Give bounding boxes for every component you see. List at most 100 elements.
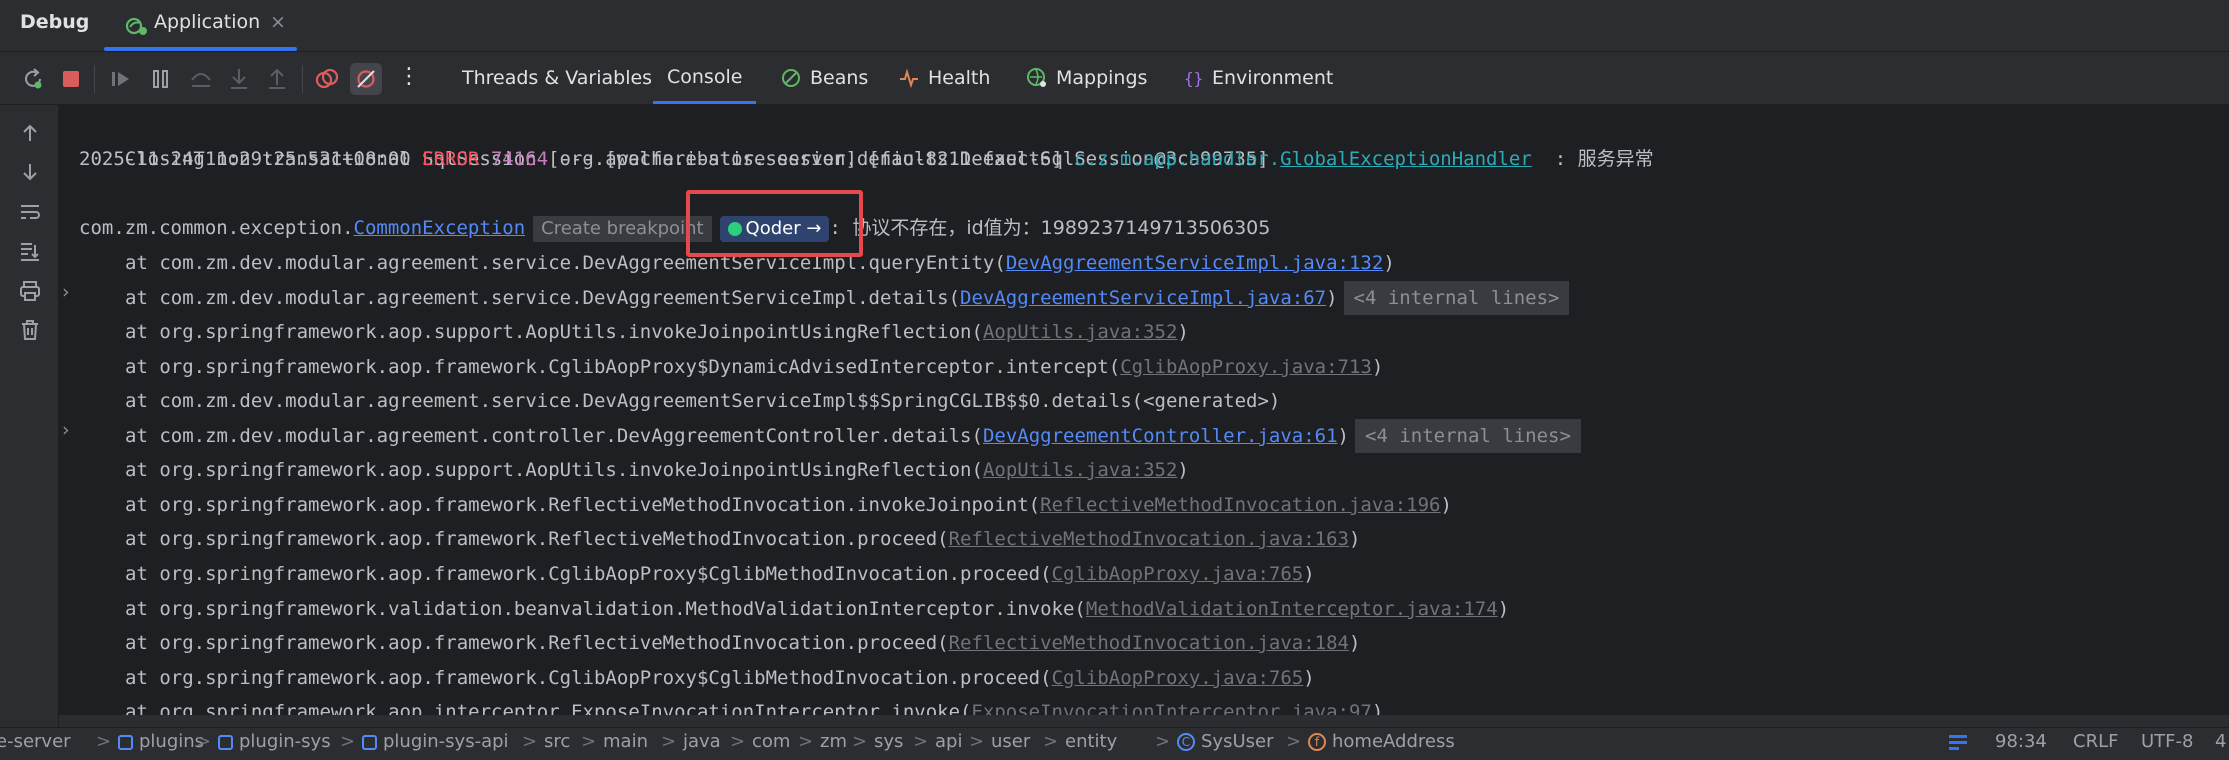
exception-line: com.zm.common.exception.CommonException C… bbox=[79, 211, 1270, 245]
stack-frame: at com.zm.dev.modular.agreement.service.… bbox=[125, 384, 1280, 418]
breadcrumb-item[interactable]: api bbox=[935, 731, 962, 752]
rerun-icon[interactable] bbox=[20, 66, 46, 92]
svg-text:{}: {} bbox=[1184, 69, 1203, 88]
stack-frame: at org.springframework.aop.framework.Cgl… bbox=[125, 661, 1315, 695]
breadcrumb-item[interactable]: plugin-sys bbox=[218, 731, 331, 752]
log-level: ERROR bbox=[422, 148, 480, 170]
source-link[interactable]: DevAggreementServiceImpl.java:67 bbox=[960, 287, 1326, 309]
tab-beans[interactable]: Beans bbox=[766, 52, 882, 104]
tab-label: Console bbox=[667, 65, 743, 88]
health-icon bbox=[900, 68, 918, 89]
console-output[interactable]: Closing non transactional SqlSession [or… bbox=[59, 105, 2229, 715]
scroll-to-end-icon[interactable] bbox=[18, 239, 42, 263]
soft-wrap-icon[interactable] bbox=[18, 200, 42, 224]
active-tab-indicator bbox=[104, 47, 297, 51]
indent-indicator[interactable]: 4 bbox=[2215, 731, 2226, 752]
caret-position[interactable]: 98:34 bbox=[1995, 731, 2047, 752]
source-link[interactable]: MethodValidationInterceptor.java:174 bbox=[1086, 598, 1498, 620]
debug-title: Debug bbox=[20, 11, 90, 33]
log-timestamp: 2025-11-24T11:29:25.531+08:00 bbox=[79, 148, 411, 170]
source-link[interactable]: DevAggreementController.java:61 bbox=[983, 425, 1338, 447]
step-out-icon[interactable] bbox=[264, 66, 290, 92]
breadcrumb-item[interactable]: f homeAddress bbox=[1308, 731, 1455, 752]
breadcrumb-item[interactable]: C SysUser bbox=[1177, 731, 1273, 752]
tab-threads-variables[interactable]: Threads & Variables bbox=[448, 52, 666, 104]
view-breakpoints-icon[interactable] bbox=[314, 66, 340, 92]
expand-fold-icon[interactable]: › bbox=[62, 281, 70, 303]
source-link[interactable]: ReflectiveMethodInvocation.java:196 bbox=[1040, 494, 1440, 516]
source-link[interactable]: AopUtils.java:352 bbox=[983, 459, 1177, 481]
breadcrumb-item[interactable]: zm bbox=[820, 731, 847, 752]
expand-fold-icon[interactable]: › bbox=[62, 419, 70, 441]
stack-frame: at com.zm.dev.modular.agreement.service.… bbox=[125, 246, 1395, 280]
frame-end: ) bbox=[1371, 356, 1384, 378]
status-flow-icon[interactable] bbox=[1947, 731, 1969, 753]
source-link[interactable]: AopUtils.java:352 bbox=[983, 321, 1177, 343]
application-tab[interactable]: Application × bbox=[104, 0, 297, 51]
breadcrumb-item[interactable]: java bbox=[683, 731, 721, 752]
breadcrumb-item[interactable]: plugin-sys-api bbox=[362, 731, 509, 752]
pause-icon[interactable] bbox=[148, 66, 174, 92]
clear-all-icon[interactable] bbox=[18, 318, 42, 342]
qoder-button[interactable]: Qoder → bbox=[719, 215, 830, 242]
breadcrumb-item[interactable]: src bbox=[544, 731, 570, 752]
source-link[interactable]: DevAggreementServiceImpl.java:132 bbox=[1006, 252, 1384, 274]
breadcrumb-label: java bbox=[683, 731, 721, 752]
breadcrumb-item[interactable]: entity bbox=[1065, 731, 1117, 752]
breadcrumb-separator: > bbox=[798, 731, 814, 752]
frame-text: at org.springframework.aop.framework.Ref… bbox=[125, 528, 949, 550]
step-into-icon[interactable] bbox=[226, 66, 252, 92]
breadcrumb-item[interactable]: main bbox=[603, 731, 648, 752]
frame-text: at org.springframework.aop.framework.Cgl… bbox=[125, 563, 1052, 585]
frame-end: ) bbox=[1371, 701, 1384, 715]
print-icon[interactable] bbox=[18, 279, 42, 303]
stack-frame: at com.zm.dev.modular.agreement.controll… bbox=[125, 419, 1581, 453]
frame-text: at org.springframework.validation.beanva… bbox=[125, 598, 1086, 620]
source-link[interactable]: ReflectiveMethodInvocation.java:184 bbox=[949, 632, 1349, 654]
stop-icon[interactable] bbox=[58, 66, 84, 92]
tab-environment[interactable]: {} Environment bbox=[1168, 52, 1347, 104]
breadcrumb-separator: > bbox=[1286, 731, 1302, 752]
source-link[interactable]: ReflectiveMethodInvocation.java:163 bbox=[949, 528, 1349, 550]
tab-console[interactable]: Console bbox=[653, 52, 757, 104]
breadcrumb-label: zm bbox=[820, 731, 847, 752]
file-encoding[interactable]: UTF-8 bbox=[2141, 731, 2193, 752]
source-link[interactable]: CglibAopProxy.java:765 bbox=[1052, 667, 1304, 689]
breadcrumb-label: plugin-sys bbox=[239, 731, 331, 752]
frame-end: ) bbox=[1303, 667, 1315, 689]
create-breakpoint-button[interactable]: Create breakpoint bbox=[533, 215, 712, 242]
source-link[interactable]: CglibAopProxy.java:713 bbox=[1120, 356, 1372, 378]
frame-text: at org.springframework.aop.framework.Cgl… bbox=[125, 667, 1052, 689]
step-over-icon[interactable] bbox=[188, 66, 214, 92]
breadcrumb-item[interactable]: sys bbox=[874, 731, 903, 752]
breadcrumb-label: SysUser bbox=[1201, 731, 1274, 752]
mute-breakpoints-toggle[interactable] bbox=[350, 63, 382, 95]
source-link[interactable]: ExposeInvocationInterceptor.java:97 bbox=[971, 701, 1371, 715]
more-options-icon[interactable]: ⋮ bbox=[398, 64, 420, 89]
toolbar-separator bbox=[302, 65, 303, 93]
stack-frame: at org.springframework.aop.framework.Ref… bbox=[125, 522, 1360, 556]
arrow-up-icon[interactable] bbox=[18, 121, 42, 145]
internal-lines-fold[interactable]: <4 internal lines> bbox=[1343, 281, 1570, 315]
console-line: 2025-11-24T11:29:25.531+08:00 ERROR 7416… bbox=[79, 142, 1654, 176]
logger-class-link[interactable]: GlobalExceptionHandler bbox=[1280, 148, 1532, 170]
qoder-label: Qoder → bbox=[745, 217, 822, 239]
close-tab-icon[interactable]: × bbox=[270, 11, 286, 33]
arrow-down-icon[interactable] bbox=[18, 160, 42, 184]
breadcrumb-label: com bbox=[752, 731, 791, 752]
internal-lines-fold[interactable]: <4 internal lines> bbox=[1355, 419, 1581, 453]
breadcrumb-item[interactable]: user bbox=[991, 731, 1030, 752]
breadcrumb-item[interactable]: plugins bbox=[118, 731, 204, 752]
tab-label: Health bbox=[928, 67, 991, 89]
line-ending[interactable]: CRLF bbox=[2073, 731, 2118, 752]
tab-health[interactable]: Health bbox=[884, 52, 1004, 104]
tab-mappings[interactable]: Mappings bbox=[1012, 52, 1161, 104]
exception-class-link[interactable]: CommonException bbox=[354, 217, 526, 239]
breadcrumb-item[interactable]: e-server bbox=[0, 731, 71, 752]
breadcrumb-separator: > bbox=[340, 731, 356, 752]
resume-icon[interactable] bbox=[108, 66, 134, 92]
breadcrumb-separator: > bbox=[96, 731, 112, 752]
breadcrumb-item[interactable]: com bbox=[752, 731, 790, 752]
frame-end: ) bbox=[1348, 632, 1361, 654]
source-link[interactable]: CglibAopProxy.java:765 bbox=[1052, 563, 1304, 585]
